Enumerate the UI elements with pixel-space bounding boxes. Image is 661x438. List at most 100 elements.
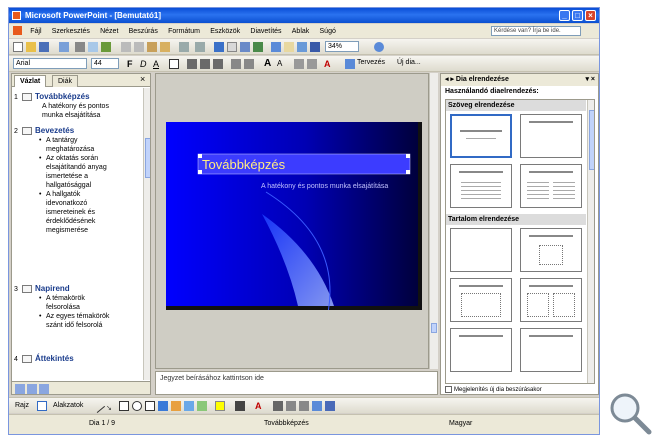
layout-list[interactable]: Szöveg elrendezése Tartalom elrendezése	[445, 99, 595, 384]
design-button[interactable]: Tervezés	[357, 59, 385, 66]
menu-view[interactable]: Nézet	[96, 25, 122, 39]
font-size-select[interactable]: 44	[91, 58, 119, 69]
align-right-icon[interactable]	[213, 59, 223, 69]
layout-content-4[interactable]	[520, 328, 582, 372]
textbox-icon[interactable]	[145, 401, 155, 411]
slideshow-icon[interactable]	[39, 384, 49, 394]
hyperlink-icon[interactable]	[253, 42, 263, 52]
save-icon[interactable]	[39, 42, 49, 52]
3d-style-icon[interactable]	[325, 401, 335, 411]
resize-handle[interactable]	[406, 154, 410, 158]
table-icon[interactable]	[227, 42, 237, 52]
scroll-thumb[interactable]	[145, 138, 150, 178]
menu-help[interactable]: Súgó	[316, 25, 340, 39]
bold-icon[interactable]: F	[127, 59, 137, 69]
increase-indent-icon[interactable]	[307, 59, 317, 69]
menu-format[interactable]: Formátum	[164, 25, 204, 39]
layout-two-columns[interactable]	[520, 164, 582, 208]
select-objects-icon[interactable]	[37, 401, 47, 411]
menu-tools[interactable]: Eszközök	[206, 25, 244, 39]
layout-scrollbar[interactable]	[587, 100, 594, 383]
layout-title-content[interactable]	[520, 228, 582, 272]
decrease-indent-icon[interactable]	[294, 59, 304, 69]
italic-icon[interactable]: D	[140, 59, 150, 69]
outline-list[interactable]: 1 Továbbképzés A hatékony és pontos munk…	[12, 90, 142, 380]
zoom-select[interactable]: 34%	[325, 41, 359, 52]
scroll-thumb[interactable]	[431, 323, 437, 333]
line-icon[interactable]	[90, 398, 106, 414]
task-pane-close-icon[interactable]: ▾ ×	[585, 74, 595, 86]
checkbox-icon[interactable]	[445, 386, 452, 393]
expand-all-icon[interactable]	[271, 42, 281, 52]
back-icon[interactable]: ◂ ▸	[445, 76, 456, 83]
show-on-insert-checkbox[interactable]: Megjelenítés új dia beszúrásakor	[445, 386, 542, 393]
print-icon[interactable]	[75, 42, 85, 52]
arrow-style-icon[interactable]	[299, 401, 309, 411]
chart-icon[interactable]	[214, 42, 224, 52]
diagram-icon[interactable]	[171, 401, 181, 411]
shadow-style-icon[interactable]	[312, 401, 322, 411]
layout-title-only[interactable]	[520, 114, 582, 158]
layout-blank[interactable]	[450, 228, 512, 272]
line-style-icon[interactable]	[273, 401, 283, 411]
layout-content-3[interactable]	[450, 328, 512, 372]
arrow-icon[interactable]: ↘	[106, 401, 116, 412]
grid-icon[interactable]	[297, 42, 307, 52]
numbering-icon[interactable]	[231, 59, 241, 69]
layout-content-2[interactable]	[520, 278, 582, 322]
shadow-icon[interactable]	[169, 59, 179, 69]
document-icon[interactable]	[13, 26, 22, 35]
picture-icon[interactable]	[197, 401, 207, 411]
resize-handle[interactable]	[406, 170, 410, 174]
show-formatting-icon[interactable]	[284, 42, 294, 52]
slide-sorter-icon[interactable]	[27, 384, 37, 394]
pane-close-icon[interactable]: ×	[140, 74, 145, 84]
menu-edit[interactable]: Szerkesztés	[48, 25, 94, 39]
layout-title-slide[interactable]	[450, 114, 512, 158]
notes-pane[interactable]: Jegyzet beírásához kattintson ide	[155, 371, 438, 395]
format-painter-icon[interactable]	[160, 42, 170, 52]
design-icon[interactable]	[345, 59, 355, 69]
underline-icon[interactable]: A	[153, 59, 163, 69]
color-grayscale-icon[interactable]	[310, 42, 320, 52]
close-button[interactable]: ×	[585, 10, 596, 21]
align-left-icon[interactable]	[187, 59, 197, 69]
layout-content-1[interactable]	[450, 278, 512, 322]
font-color-icon[interactable]: A	[324, 59, 334, 69]
autoshapes-button[interactable]: Alakzatok	[53, 398, 83, 414]
rectangle-icon[interactable]	[119, 401, 129, 411]
align-center-icon[interactable]	[200, 59, 210, 69]
open-icon[interactable]	[26, 42, 36, 52]
dash-style-icon[interactable]	[286, 401, 296, 411]
tables-borders-icon[interactable]	[240, 42, 250, 52]
normal-view-icon[interactable]	[15, 384, 25, 394]
cut-icon[interactable]	[121, 42, 131, 52]
menu-file[interactable]: Fájl	[26, 25, 45, 39]
font-select[interactable]: Arial	[13, 58, 87, 69]
oval-icon[interactable]	[132, 401, 142, 411]
new-slide-button[interactable]: Új dia...	[397, 59, 421, 66]
redo-icon[interactable]	[195, 42, 205, 52]
scroll-thumb[interactable]	[589, 110, 594, 170]
paste-icon[interactable]	[147, 42, 157, 52]
layout-title-text[interactable]	[450, 164, 512, 208]
permission-icon[interactable]	[59, 42, 69, 52]
menu-slideshow[interactable]: Diavetítés	[246, 25, 285, 39]
slide-title[interactable]: Továbbképzés	[202, 157, 286, 172]
decrease-font-icon[interactable]: A	[277, 59, 287, 69]
help-icon[interactable]	[374, 42, 384, 52]
slide-subtitle[interactable]: A hatékony és pontos munka elsajátítása	[261, 183, 388, 190]
fill-color-icon[interactable]	[215, 401, 225, 411]
outline-scrollbar[interactable]	[143, 88, 150, 380]
maximize-button[interactable]: □	[572, 10, 583, 21]
menu-insert[interactable]: Beszúrás	[125, 25, 162, 39]
tab-outline[interactable]: Vázlat	[14, 75, 47, 87]
line-color-icon[interactable]	[235, 401, 245, 411]
help-search-input[interactable]: Kérdése van? Írja be ide.	[491, 26, 581, 36]
draw-menu-button[interactable]: Rajz	[15, 398, 29, 414]
bullets-icon[interactable]	[244, 59, 254, 69]
wordart-icon[interactable]	[158, 401, 168, 411]
undo-icon[interactable]	[179, 42, 189, 52]
slide-editing-area[interactable]: Továbbképzés A hatékony és pontos munka …	[155, 73, 429, 369]
spelling-icon[interactable]	[101, 42, 111, 52]
